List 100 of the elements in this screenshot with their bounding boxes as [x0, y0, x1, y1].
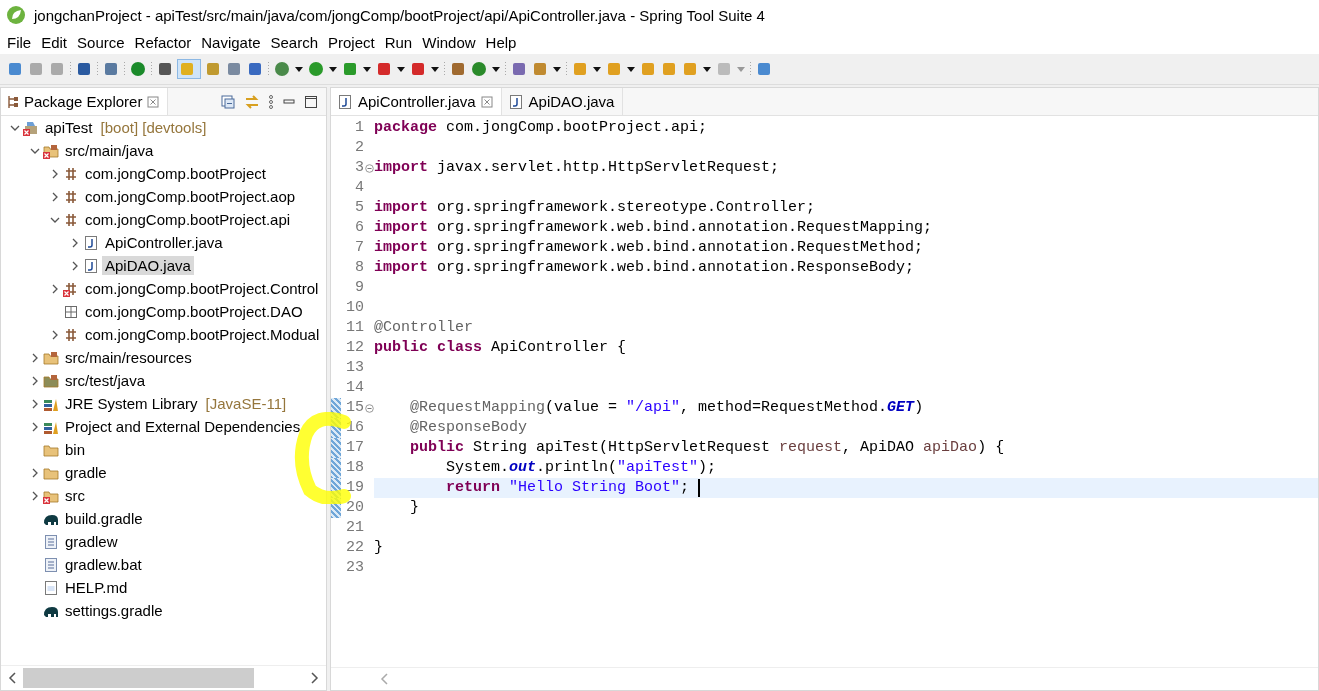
tree-item[interactable]: gradle — [62, 463, 110, 482]
line-number: 17 — [346, 438, 364, 458]
chevron-right-icon[interactable] — [30, 490, 40, 501]
code-line: import org.springframework.stereotype.Controller; — [374, 198, 816, 218]
code-line: import org.springframework.web.bind.annotation.RequestMethod; — [374, 238, 924, 258]
menu-item[interactable]: Help — [480, 33, 522, 51]
code-line: public String apiTest(HttpServletRequest request, ApiDAO apiDao) { — [409, 438, 1005, 458]
chevron-right-icon[interactable] — [70, 237, 80, 248]
tree-item[interactable]: apiTest — [42, 118, 96, 137]
chevron-right-icon[interactable] — [50, 283, 60, 294]
tree-item[interactable]: bin — [62, 440, 89, 459]
tree-item[interactable]: Project and External Dependencies — [62, 417, 304, 436]
tree-item[interactable]: com.jongComp.bootProject.aop — [82, 187, 299, 206]
tree-item[interactable]: gradlew — [62, 532, 121, 551]
java-file-icon — [83, 257, 99, 274]
java-file-icon — [83, 234, 99, 251]
chevron-right-icon[interactable] — [30, 421, 40, 432]
chevron-right-icon[interactable] — [30, 398, 40, 409]
folder-icon — [43, 372, 59, 389]
tree-item[interactable]: settings.gradle — [62, 601, 166, 620]
window-title: jongchanProject - apiTest/src/main/java/com/jongComp/bootProject/api/ApiController.java - Spring Tool Suite 4 — [34, 6, 765, 24]
tree-item[interactable]: ApiDAO.java — [102, 256, 194, 275]
menu-item[interactable]: Window — [417, 33, 481, 51]
text-file-icon — [43, 533, 59, 550]
editor-tab[interactable]: ApiController.java — [331, 88, 502, 115]
package-icon — [63, 165, 79, 182]
fold-icon[interactable] — [365, 163, 374, 173]
tree-item-decoration: [JavaSE-11] — [205, 395, 287, 412]
menu-item[interactable]: Project — [323, 33, 380, 51]
menu-item[interactable]: Source — [72, 33, 130, 51]
app-leaf-icon — [6, 5, 26, 25]
tree-item[interactable]: JRE System Library — [62, 394, 201, 413]
close-icon[interactable] — [480, 95, 493, 108]
line-number: 6 — [355, 218, 364, 238]
tree-item[interactable]: gradlew.bat — [62, 555, 145, 574]
chevron-right-icon[interactable] — [30, 375, 40, 386]
document-icon — [43, 579, 59, 596]
view-tab[interactable]: Package Explorer — [1, 88, 169, 115]
code-line: public class ApiController { — [374, 338, 627, 358]
tree-item-decoration: [boot] [devtools] — [100, 119, 207, 136]
code-line: package com.jongComp.bootProject.api; — [374, 118, 708, 138]
fold-icon[interactable] — [365, 403, 374, 413]
menu-item[interactable]: Run — [379, 33, 418, 51]
code-line: } — [374, 538, 383, 558]
line-number: 23 — [346, 558, 364, 578]
scroll-left-icon[interactable] — [7, 672, 17, 684]
editor-tab[interactable]: ApiDAO.java — [501, 88, 624, 115]
tree-item[interactable]: com.jongComp.bootProject.Control — [82, 279, 322, 298]
stop-icon[interactable] — [375, 60, 393, 78]
chevron-right-icon[interactable] — [50, 168, 60, 179]
tree-item[interactable]: src/main/java — [62, 141, 157, 160]
tree-item[interactable]: ApiController.java — [102, 233, 226, 252]
chevron-right-icon[interactable] — [50, 329, 60, 340]
line-number: 14 — [346, 378, 364, 398]
line-number: 12 — [346, 338, 364, 358]
package-icon — [63, 326, 79, 343]
folder-icon — [43, 349, 59, 366]
view-tab-label: Package Explorer — [24, 93, 143, 110]
line-number: 15 — [346, 398, 364, 418]
maximize-icon[interactable] — [304, 93, 318, 110]
package-icon — [63, 211, 79, 228]
package-explorer-icon — [7, 94, 19, 109]
menu-item[interactable]: Navigate — [196, 33, 266, 51]
tree-item[interactable]: com.jongComp.bootProject — [82, 164, 269, 183]
code-line: import org.springframework.web.bind.annotation.ResponseBody; — [374, 258, 915, 278]
tree-item[interactable]: src/main/resources — [62, 348, 195, 367]
menu-item[interactable]: Edit — [36, 33, 73, 51]
line-number: 11 — [346, 318, 364, 338]
close-icon[interactable] — [147, 95, 160, 108]
collapse-all-icon[interactable] — [220, 93, 236, 110]
line-number: 22 — [346, 538, 364, 558]
line-number: 4 — [355, 178, 364, 198]
menu-item[interactable]: File — [2, 33, 37, 51]
tree-item[interactable]: build.gradle — [62, 509, 146, 528]
line-number: 2 — [355, 138, 364, 158]
line-number: 1 — [355, 118, 364, 138]
line-number: 19 — [346, 478, 364, 498]
editor-tab-label: ApiDAO.java — [528, 93, 615, 110]
code-line: import org.springframework.web.bind.annotation.RequestMapping; — [374, 218, 933, 238]
package-icon — [63, 280, 79, 297]
tree-item[interactable]: com.jongComp.bootProject.Modual — [82, 325, 323, 344]
chevron-right-icon[interactable] — [30, 352, 40, 363]
line-number: 9 — [355, 278, 364, 298]
line-number: 5 — [355, 198, 364, 218]
chevron-right-icon[interactable] — [50, 191, 60, 202]
tree-item[interactable]: com.jongComp.bootProject.DAO — [82, 302, 306, 321]
line-number: 13 — [346, 358, 364, 378]
line-number: 3 — [355, 158, 364, 178]
chevron-right-icon[interactable] — [30, 467, 40, 478]
code-line: System.out.println("apiTest"); — [445, 458, 717, 478]
menu-item[interactable]: Refactor — [129, 33, 197, 51]
tree-item[interactable]: com.jongComp.bootProject.api — [82, 210, 294, 229]
tree-item[interactable]: src/test/java — [62, 371, 149, 390]
tree-item[interactable]: src — [62, 486, 88, 505]
menu-item[interactable]: Search — [265, 33, 323, 51]
kebab-menu-icon[interactable] — [268, 93, 274, 110]
scrollbar-thumb[interactable] — [23, 668, 254, 688]
chevron-right-icon[interactable] — [70, 260, 80, 271]
scroll-right-icon[interactable] — [310, 672, 320, 684]
tree-item[interactable]: HELP.md — [62, 578, 131, 597]
